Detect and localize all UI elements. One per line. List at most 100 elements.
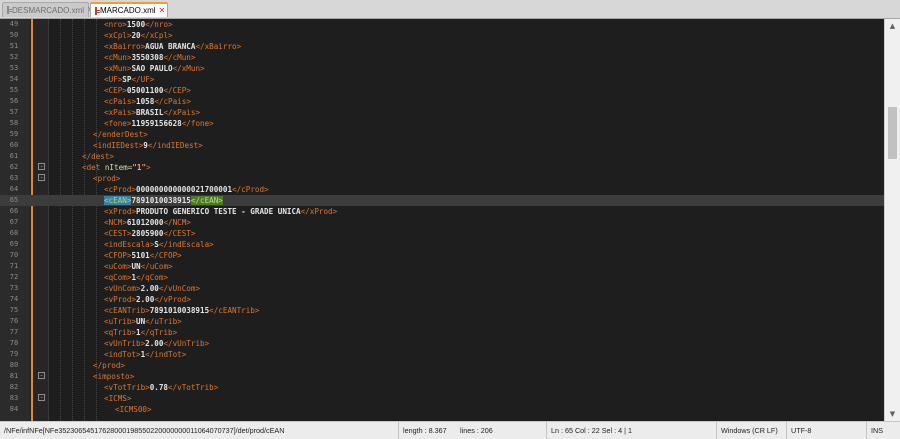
xml-text-value: 3550308: [131, 53, 164, 62]
line-number: 50: [9, 31, 19, 39]
xml-tag: <det: [82, 163, 105, 172]
code-line[interactable]: 58 <fone>11959156628</fone>: [0, 118, 884, 129]
code-line[interactable]: 49 <nro>1500</nro>: [0, 19, 884, 30]
close-icon[interactable]: ✕: [159, 6, 166, 15]
xml-attribute-value: "1": [132, 163, 147, 172]
code-line[interactable]: 84 <ICMS00>: [0, 404, 884, 415]
xml-open-tag: <cMun>: [104, 53, 132, 62]
code-line[interactable]: 56 <cPais>1058</cPais>: [0, 96, 884, 107]
code-line[interactable]: 60 <indIEDest>9</indIEDest>: [0, 140, 884, 151]
xml-open-tag: <nro>: [104, 20, 127, 29]
xml-open-tag: <indTot>: [104, 350, 141, 359]
tab-label: MARCADO.xml: [100, 6, 156, 15]
xml-open-tag: <indIEDest>: [93, 141, 144, 150]
code-text: </dest>: [82, 151, 114, 162]
scrollbar-thumb[interactable]: [888, 107, 897, 159]
code-line[interactable]: 53 <xMun>SAO PAULO</xMun>: [0, 63, 884, 74]
code-line[interactable]: 67 <NCM>61012000</NCM>: [0, 217, 884, 228]
code-line[interactable]: 61 </dest>: [0, 151, 884, 162]
xml-open-tag: <xCpl>: [104, 31, 132, 40]
code-text: <xProd>PRODUTO GENERICO TESTE - GRADE UN…: [104, 206, 337, 217]
xml-open-tag: <cEAN>: [104, 196, 132, 205]
xml-open-tag: <vTotTrib>: [104, 383, 150, 392]
code-line[interactable]: 51 <xBairro>AGUA BRANCA</xBairro>: [0, 41, 884, 52]
code-text: <CFOP>5101</CFOP>: [104, 250, 182, 261]
xml-tag: </dest>: [82, 152, 115, 161]
code-text: <cEANTrib>7891010038915</cEANTrib>: [104, 305, 259, 316]
code-line[interactable]: 81 - <imposto>: [0, 371, 884, 382]
xml-tag: </prod>: [93, 361, 126, 370]
code-line[interactable]: 50 <xCpl>20</xCpl>: [0, 30, 884, 41]
xml-tag: <prod>: [93, 174, 121, 183]
xml-close-tag: </cMun>: [163, 53, 196, 62]
xml-text-value: UN: [136, 317, 146, 326]
xml-open-tag: <indEscala>: [104, 240, 155, 249]
code-line[interactable]: 66 <xProd>PRODUTO GENERICO TESTE - GRADE …: [0, 206, 884, 217]
fold-toggle-icon[interactable]: -: [38, 174, 45, 181]
encoding-status[interactable]: UTF-8: [786, 422, 866, 439]
xml-close-tag: </vTotTrib>: [168, 383, 219, 392]
code-line[interactable]: 70 <CFOP>5101</CFOP>: [0, 250, 884, 261]
code-line[interactable]: 80 </prod>: [0, 360, 884, 371]
code-editor[interactable]: 49 <nro>1500</nro> 50 <xCpl>20</xCpl> 51 <xBa…: [0, 19, 900, 421]
xml-open-tag: <cEANTrib>: [104, 306, 150, 315]
code-line[interactable]: 54 <UF>SP</UF>: [0, 74, 884, 85]
xml-open-tag: <xPais>: [104, 108, 137, 117]
xml-tag: </enderDest>: [93, 130, 148, 139]
code-line[interactable]: 72 <qCom>1</qCom>: [0, 272, 884, 283]
xml-close-tag: </cEAN>: [190, 196, 223, 205]
code-text: <uTrib>UN</uTrib>: [104, 316, 182, 327]
vertical-scrollbar[interactable]: ▲ ▼: [884, 19, 900, 421]
line-number: 74: [9, 295, 19, 303]
code-line[interactable]: 79 <indTot>1</indTot>: [0, 349, 884, 360]
code-line[interactable]: 57 <xPais>BRASIL</xPais>: [0, 107, 884, 118]
code-text: <cEAN>7891010038915</cEAN>: [104, 195, 223, 206]
code-text: <ICMS>: [104, 393, 131, 404]
line-number: 59: [9, 130, 19, 138]
code-line[interactable]: 73 <vUnCom>2.00</vUnCom>: [0, 283, 884, 294]
xml-open-tag: <UF>: [104, 75, 123, 84]
xml-text-value: 7891010038915: [131, 196, 191, 205]
fold-toggle-icon[interactable]: -: [38, 163, 45, 170]
code-line[interactable]: 77 <qTrib>1</qTrib>: [0, 327, 884, 338]
tab-desmarcado[interactable]: DESMARCADO.xml ✕: [2, 2, 94, 17]
code-line[interactable]: 65 <cEAN>7891010038915</cEAN>: [0, 195, 884, 206]
code-line[interactable]: 69 <indEscala>S</indEscala>: [0, 239, 884, 250]
xml-close-tag: </uCom>: [140, 262, 173, 271]
xml-open-tag: <cPais>: [104, 97, 137, 106]
eol-status[interactable]: Windows (CR LF): [716, 422, 786, 439]
code-line[interactable]: 76 <uTrib>UN</uTrib>: [0, 316, 884, 327]
xml-close-tag: </xCpl>: [140, 31, 173, 40]
xml-close-tag: </CFOP>: [149, 251, 182, 260]
code-line[interactable]: 55 <CEP>05001100</CEP>: [0, 85, 884, 96]
line-number: 67: [9, 218, 19, 226]
code-line[interactable]: 63 - <prod>: [0, 173, 884, 184]
scroll-up-arrow-icon[interactable]: ▲: [885, 19, 900, 33]
code-line[interactable]: 52 <cMun>3550308</cMun>: [0, 52, 884, 63]
code-line[interactable]: 62 - <det nItem="1">: [0, 162, 884, 173]
xml-text-value: SAO PAULO: [131, 64, 173, 73]
code-line[interactable]: 82 <vTotTrib>0.78</vTotTrib>: [0, 382, 884, 393]
code-line[interactable]: 74 <vProd>2.00</vProd>: [0, 294, 884, 305]
code-text: <xBairro>AGUA BRANCA</xBairro>: [104, 41, 241, 52]
code-line[interactable]: 64 <cProd>000000000000021700001</cProd>: [0, 184, 884, 195]
tab-bar: DESMARCADO.xml ✕ MARCADO.xml ✕: [0, 0, 900, 19]
xml-text-value: BRASIL: [136, 108, 164, 117]
line-number: 66: [9, 207, 19, 215]
code-line[interactable]: 75 <cEANTrib>7891010038915</cEANTrib>: [0, 305, 884, 316]
code-line[interactable]: 59 </enderDest>: [0, 129, 884, 140]
xml-close-tag: </UF>: [131, 75, 155, 84]
code-line[interactable]: 68 <CEST>2805900</CEST>: [0, 228, 884, 239]
tab-marcado[interactable]: MARCADO.xml ✕: [90, 2, 168, 17]
scroll-down-arrow-icon[interactable]: ▼: [885, 407, 900, 421]
code-line[interactable]: 83 - <ICMS>: [0, 393, 884, 404]
fold-toggle-icon[interactable]: -: [38, 394, 45, 401]
line-number: 76: [9, 317, 19, 325]
code-line[interactable]: 71 <uCom>UN</uCom>: [0, 261, 884, 272]
code-line[interactable]: 78 <vUnTrib>2.00</vUnTrib>: [0, 338, 884, 349]
code-text: <vTotTrib>0.78</vTotTrib>: [104, 382, 218, 393]
tab-label: DESMARCADO.xml: [12, 5, 85, 15]
fold-toggle-icon[interactable]: -: [38, 372, 45, 379]
line-number: 80: [9, 361, 19, 369]
xml-close-tag: </indTot>: [145, 350, 187, 359]
